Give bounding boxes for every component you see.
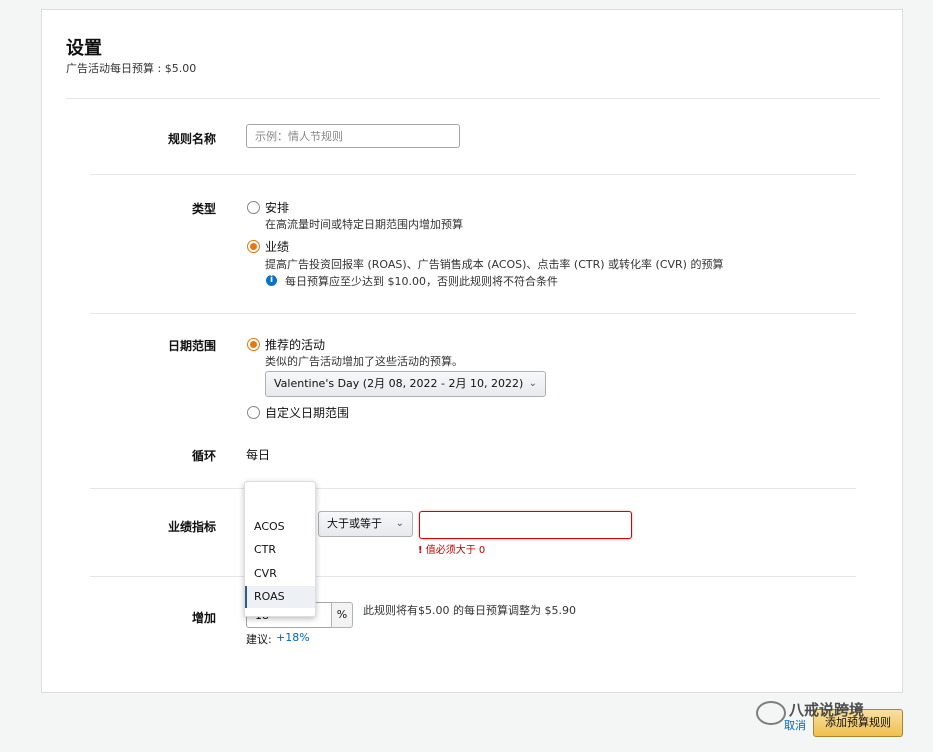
type-schedule-desc: 在高流量时间或特定日期范围内增加预算	[265, 218, 463, 231]
divider	[90, 488, 856, 489]
event-select[interactable]: Valentine's Day (2月 08, 2022 - 2月 10, 20…	[265, 371, 546, 397]
event-select-value: Valentine's Day (2月 08, 2022 - 2月 10, 20…	[274, 377, 524, 390]
metric-value-input[interactable]	[419, 511, 632, 539]
divider	[66, 98, 880, 99]
info-icon: i	[266, 275, 277, 286]
metric-error-message: ! 值必须大于 0	[418, 541, 485, 556]
percent-unit: %	[331, 602, 353, 628]
increase-summary: 此规则将有$5.00 的每日预算调整为 $5.90	[363, 604, 576, 617]
custom-date-radio[interactable]	[247, 406, 260, 419]
metric-option-roas[interactable]: ROAS	[245, 586, 315, 608]
metric-label: 业绩指标	[167, 520, 216, 534]
chevron-down-icon: ⌄	[395, 518, 404, 529]
type-schedule-label[interactable]: 安排	[265, 199, 289, 216]
recurrence-label: 循环	[191, 449, 216, 463]
rule-name-input[interactable]	[246, 124, 460, 148]
suggestion-value-link[interactable]: +18%	[276, 631, 310, 644]
daily-budget-subtitle: 广告活动每日预算 : $5.00	[66, 62, 197, 75]
date-range-label: 日期范围	[167, 339, 216, 353]
suggestion-label: 建议:	[246, 633, 272, 646]
budget-info-text: 每日预算应至少达到 $10.00，否则此规则将不符合条件	[285, 275, 558, 288]
rule-name-label: 规则名称	[167, 132, 216, 146]
divider	[90, 313, 856, 314]
metric-option-ctr[interactable]: CTR	[245, 539, 315, 561]
operator-select-value: 大于或等于	[327, 517, 382, 530]
divider	[90, 174, 856, 175]
recommended-event-desc: 类似的广告活动增加了这些活动的预算。	[265, 355, 463, 368]
custom-date-label[interactable]: 自定义日期范围	[265, 404, 349, 421]
type-performance-desc: 提高广告投资回报率 (ROAS)、广告销售成本 (ACOS)、点击率 (CTR)…	[265, 258, 724, 271]
operator-select[interactable]: 大于或等于 ⌄	[318, 511, 413, 537]
type-performance-label[interactable]: 业绩	[265, 238, 289, 255]
error-icon: !	[418, 545, 423, 556]
watermark-text: 八戒说跨境	[789, 701, 865, 719]
metric-option-cvr[interactable]: CVR	[245, 563, 315, 585]
type-performance-radio[interactable]	[247, 240, 260, 253]
type-schedule-radio[interactable]	[247, 201, 260, 214]
divider	[90, 576, 856, 577]
metric-dropdown[interactable]: ACOS CTR CVR ROAS	[244, 481, 316, 617]
page-title: 设置	[66, 38, 102, 59]
wechat-logo-icon	[756, 701, 786, 725]
settings-card: 设置 广告活动每日预算 : $5.00 规则名称 类型 安排 在高流量时间或特定…	[41, 9, 903, 693]
recommended-event-label[interactable]: 推荐的活动	[265, 336, 325, 353]
recommended-event-radio[interactable]	[247, 338, 260, 351]
increase-label: 增加	[191, 611, 216, 625]
chevron-down-icon: ⌄	[528, 378, 537, 389]
type-label: 类型	[191, 202, 216, 216]
recurrence-value: 每日	[246, 448, 271, 462]
metric-option-acos[interactable]: ACOS	[245, 516, 315, 538]
metric-error-text: 值必须大于 0	[425, 545, 486, 556]
